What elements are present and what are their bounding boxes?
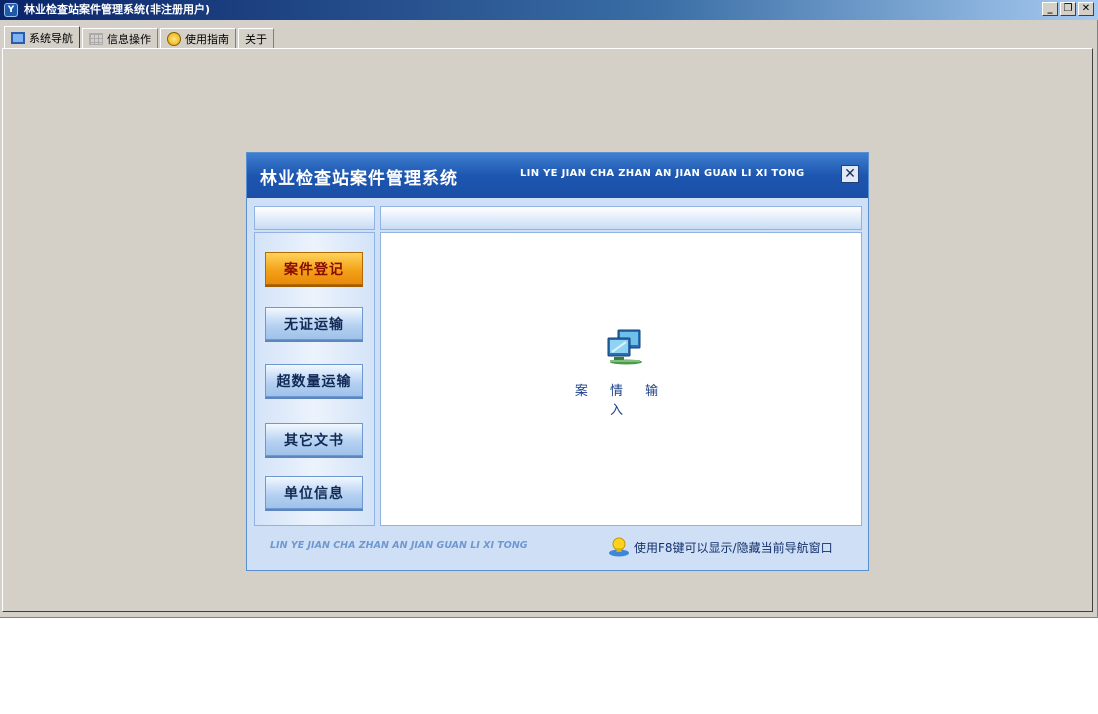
title-bar[interactable]: Y 林业检查站案件管理系统(非注册用户) _ ❐ ✕	[0, 0, 1098, 20]
tab-label: 信息操作	[107, 32, 151, 46]
minimize-button[interactable]: _	[1042, 2, 1058, 16]
restore-button[interactable]: ❐	[1060, 2, 1076, 16]
navigation-footer: LIN YE JIAN CHA ZHAN AN JIAN GUAN LI XI …	[254, 528, 862, 562]
yi-logo-icon: Y	[4, 3, 18, 17]
footer-pinyin: LIN YE JIAN CHA ZHAN AN JIAN GUAN LI XI …	[270, 540, 528, 551]
grid-icon	[89, 32, 103, 45]
tab-about[interactable]: 关于	[238, 28, 274, 49]
tab-strip: 系统导航 信息操作 使用指南 关于	[4, 26, 276, 49]
decorative-ring-inner-icon	[831, 330, 849, 348]
tab-user-guide[interactable]: 使用指南	[160, 28, 236, 49]
other-documents-button[interactable]: 其它文书	[265, 423, 363, 456]
navigation-pinyin: LIN YE JIAN CHA ZHAN AN JIAN GUAN LI XI …	[520, 168, 805, 179]
close-navigation-button[interactable]: ✕	[841, 165, 859, 183]
content-panel: 案 情 输 入	[380, 232, 862, 526]
case-input-label: 案 情 输 入	[574, 384, 668, 418]
tab-label: 关于	[245, 32, 267, 46]
navigation-title: 林业检查站案件管理系统	[260, 169, 458, 189]
computer-network-icon	[607, 329, 642, 365]
tab-label: 使用指南	[185, 32, 229, 46]
left-panel-header	[254, 206, 375, 230]
close-button[interactable]: ✕	[1078, 2, 1094, 16]
over-quantity-transport-button[interactable]: 超数量运输	[265, 364, 363, 397]
tab-label: 系统导航	[29, 31, 73, 45]
case-register-button[interactable]: 案件登记	[265, 252, 363, 285]
help-icon	[167, 31, 181, 46]
window-title: 林业检查站案件管理系统(非注册用户)	[24, 3, 211, 16]
unit-info-button[interactable]: 单位信息	[265, 476, 363, 509]
footer-hint: 使用F8键可以显示/隐藏当前导航窗口	[608, 537, 833, 557]
f8-hint-text: 使用F8键可以显示/隐藏当前导航窗口	[634, 540, 833, 555]
navigation-window: 林业检查站案件管理系统 LIN YE JIAN CHA ZHAN AN JIAN…	[247, 153, 868, 570]
navigation-header[interactable]: 林业检查站案件管理系统 LIN YE JIAN CHA ZHAN AN JIAN…	[247, 153, 868, 198]
tab-info-ops[interactable]: 信息操作	[82, 28, 158, 49]
tab-system-nav[interactable]: 系统导航	[4, 26, 80, 49]
content-panel-header	[380, 206, 862, 230]
monitor-icon	[11, 31, 25, 44]
nav-button-panel: 案件登记 无证运输 超数量运输 其它文书 单位信息	[254, 232, 375, 526]
unlicensed-transport-button[interactable]: 无证运输	[265, 307, 363, 340]
lightbulb-user-icon	[609, 537, 629, 557]
